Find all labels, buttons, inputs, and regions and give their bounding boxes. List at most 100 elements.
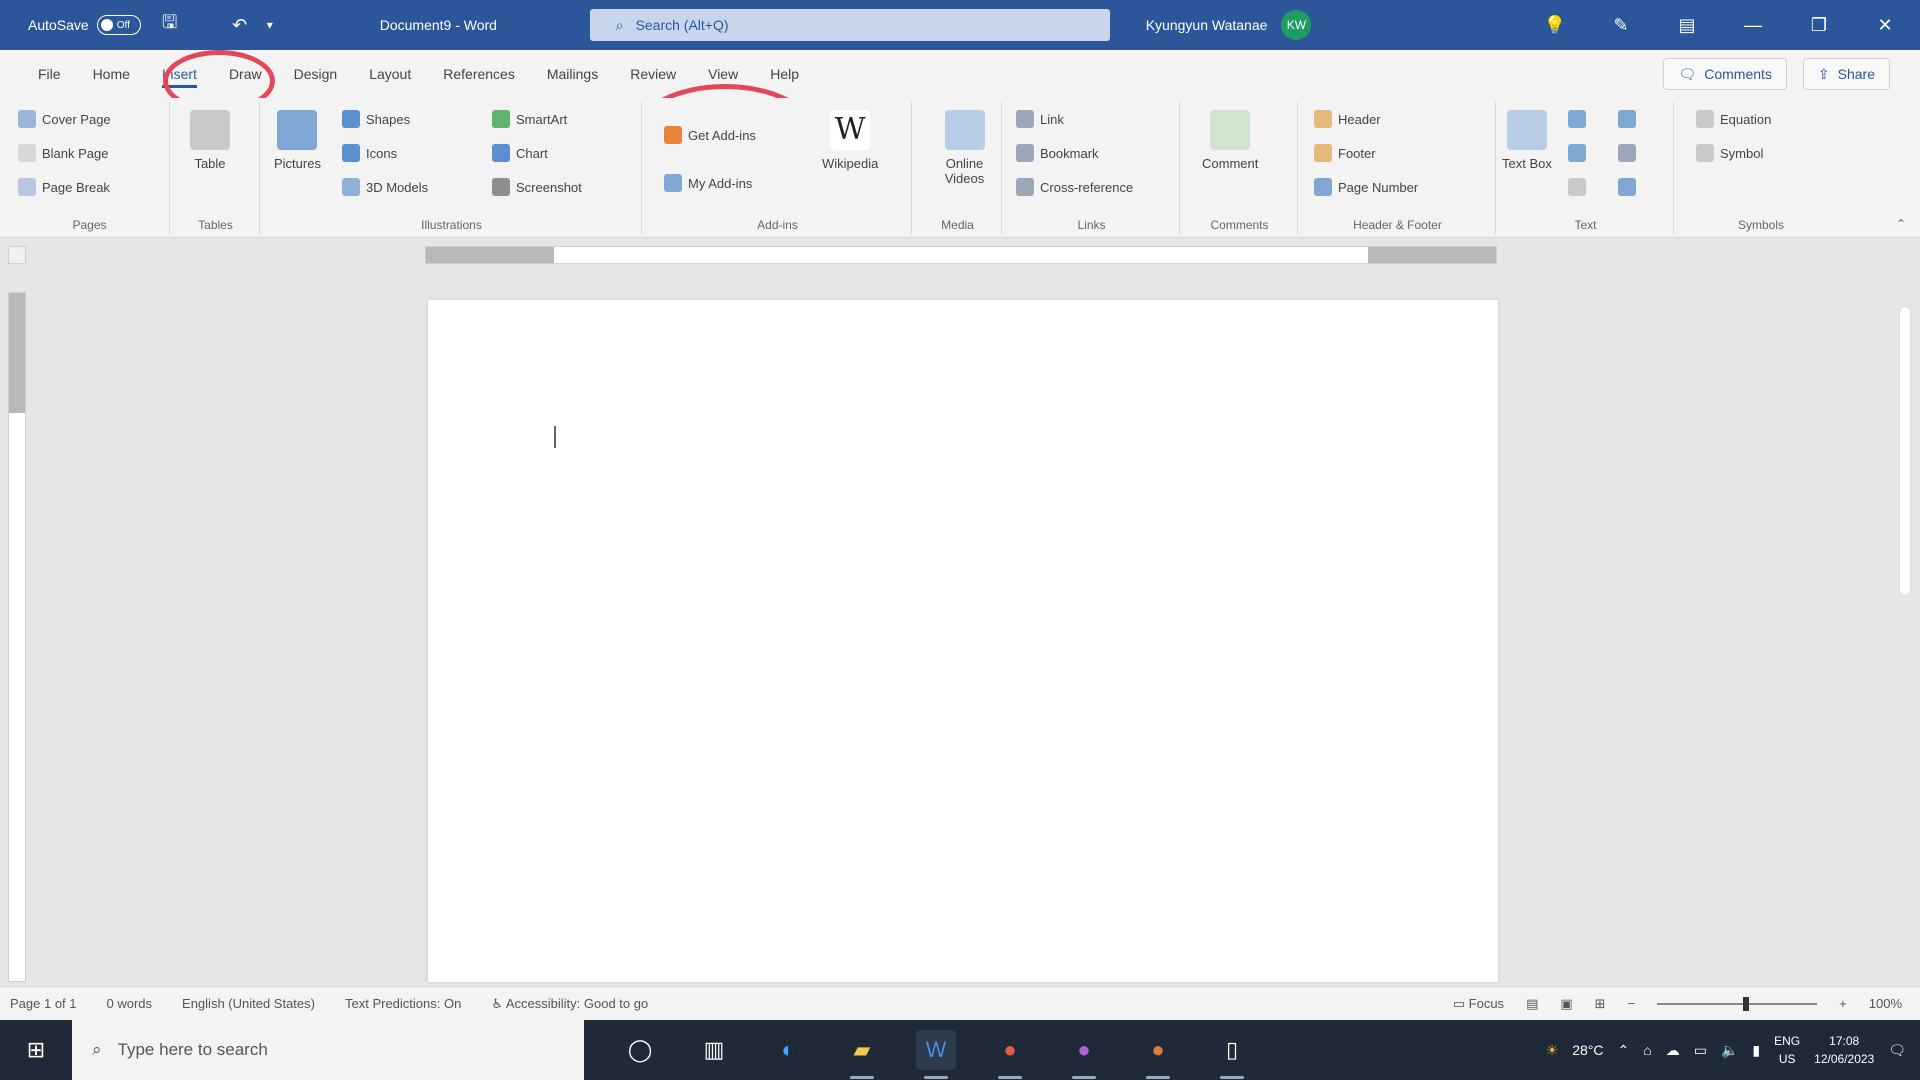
wordart-icon[interactable] <box>1568 144 1586 162</box>
notification-icon[interactable]: 🗨 <box>1888 1042 1906 1059</box>
tab-design[interactable]: Design <box>278 58 354 90</box>
symbol-button[interactable]: Symbol <box>1696 144 1763 162</box>
get-addins-button[interactable]: Get Add-ins <box>664 126 756 144</box>
tray-chevron-icon[interactable]: ⌃ <box>1618 1042 1630 1059</box>
print-layout-icon[interactable]: ▣ <box>1560 996 1572 1012</box>
close-icon[interactable]: ✕ <box>1870 10 1900 40</box>
tab-file[interactable]: File <box>22 58 77 90</box>
page-break-button[interactable]: Page Break <box>18 178 110 196</box>
cover-page-button[interactable]: Cover Page <box>18 110 111 128</box>
customize-qat-icon[interactable]: ▾ <box>255 10 285 40</box>
my-addins-button[interactable]: My Add-ins <box>664 174 752 192</box>
autosave[interactable]: AutoSave Off <box>28 15 141 35</box>
word-app-icon[interactable]: W <box>916 1030 956 1079</box>
word-count[interactable]: 0 words <box>107 996 173 1011</box>
cross-reference-button[interactable]: Cross-reference <box>1016 178 1133 196</box>
focus-button[interactable]: ▭ Focus <box>1453 996 1504 1012</box>
footer-button[interactable]: Footer <box>1314 144 1376 162</box>
signature-line-icon[interactable] <box>1618 110 1636 128</box>
undo-icon[interactable]: ↶ <box>225 10 255 40</box>
language-indicator[interactable]: ENG US <box>1774 1032 1800 1068</box>
share-button[interactable]: ⇪ Share <box>1802 58 1890 90</box>
screenshot-button[interactable]: Screenshot <box>492 178 582 196</box>
quick-parts-icon[interactable] <box>1568 110 1586 128</box>
user-name[interactable]: Kyungyun Watanae <box>1146 17 1268 33</box>
date-time-icon[interactable] <box>1618 144 1636 162</box>
tab-insert[interactable]: Insert <box>146 58 213 90</box>
zoom-out-icon[interactable]: − <box>1628 996 1636 1011</box>
weather-temp[interactable]: 28°C <box>1572 1042 1603 1058</box>
comments-button[interactable]: 🗨 Comments <box>1663 58 1787 90</box>
weather-icon[interactable]: ☀ <box>1546 1042 1559 1059</box>
clock[interactable]: 17:08 12/06/2023 <box>1814 1032 1874 1068</box>
tab-home[interactable]: Home <box>77 58 146 90</box>
cortana-icon[interactable]: ◯ <box>620 1030 660 1070</box>
shapes-button[interactable]: Shapes <box>342 110 410 128</box>
network-icon[interactable]: ⌂ <box>1643 1042 1651 1058</box>
page-count[interactable]: Page 1 of 1 <box>10 996 97 1011</box>
header-button[interactable]: Header <box>1314 110 1381 128</box>
tab-view[interactable]: View <box>692 58 754 90</box>
display-icon[interactable]: ▭ <box>1694 1042 1707 1059</box>
zoom-in-icon[interactable]: + <box>1839 996 1847 1011</box>
tab-references[interactable]: References <box>427 58 531 90</box>
zoom-slider-knob[interactable] <box>1743 996 1750 1011</box>
chrome-icon[interactable]: ● <box>990 1030 1030 1079</box>
chrome-profile-icon[interactable]: ● <box>1064 1030 1104 1079</box>
chart-button[interactable]: Chart <box>492 144 548 162</box>
text-predictions-status[interactable]: Text Predictions: On <box>345 996 481 1011</box>
object-icon[interactable] <box>1618 178 1636 196</box>
wikipedia-button[interactable]: W Wikipedia <box>822 110 878 171</box>
windows-start-icon[interactable]: ⊞ <box>0 1020 72 1080</box>
taskbar-search-input[interactable]: ⌕ Type here to search <box>72 1020 584 1080</box>
autosave-toggle[interactable]: Off <box>96 15 141 35</box>
notepad-icon[interactable]: ▯ <box>1212 1030 1252 1079</box>
tab-mailings[interactable]: Mailings <box>531 58 614 90</box>
accessibility-status[interactable]: ♿ Accessibility: Good to go <box>491 996 668 1012</box>
bookmark-button[interactable]: Bookmark <box>1016 144 1099 162</box>
search-input[interactable]: ⌕ Search (Alt+Q) <box>589 9 1110 41</box>
vertical-scrollbar[interactable] <box>1897 276 1913 986</box>
drop-cap-icon[interactable] <box>1568 178 1586 196</box>
task-view-icon[interactable]: ▥ <box>694 1030 734 1070</box>
language-status[interactable]: English (United States) <box>182 996 335 1011</box>
ribbon-display-icon[interactable]: ▤ <box>1672 10 1702 40</box>
table-button[interactable]: Table <box>190 110 230 171</box>
tab-review[interactable]: Review <box>614 58 692 90</box>
tab-selector[interactable] <box>8 246 26 264</box>
icons-button[interactable]: Icons <box>342 144 397 162</box>
3d-models-button[interactable]: 3D Models <box>342 178 428 196</box>
tab-help[interactable]: Help <box>754 58 815 90</box>
text-box-button[interactable]: Text Box <box>1502 110 1552 171</box>
tab-draw[interactable]: Draw <box>213 58 278 90</box>
horizontal-ruler[interactable] <box>425 246 1497 264</box>
pen-icon[interactable]: ✎ <box>1606 10 1636 40</box>
restore-icon[interactable]: ❐ <box>1804 10 1834 40</box>
link-button[interactable]: Link <box>1016 110 1064 128</box>
vertical-ruler[interactable] <box>8 292 26 982</box>
zoom-slider[interactable] <box>1657 996 1818 1011</box>
read-mode-icon[interactable]: ▤ <box>1526 996 1538 1012</box>
battery-icon[interactable]: ▮ <box>1752 1042 1760 1059</box>
equation-button[interactable]: Equation <box>1696 110 1771 128</box>
document-page[interactable] <box>428 300 1498 982</box>
onedrive-icon[interactable]: ☁ <box>1666 1042 1680 1059</box>
lightbulb-icon[interactable]: 💡 <box>1540 10 1570 40</box>
page-number-button[interactable]: Page Number <box>1314 178 1418 196</box>
edge-icon[interactable]: ◐ <box>768 1030 808 1070</box>
web-layout-icon[interactable]: ⊞ <box>1595 996 1606 1012</box>
collapse-ribbon-icon[interactable]: ⌃ <box>1896 217 1906 231</box>
chrome-alt-icon[interactable]: ● <box>1138 1030 1178 1079</box>
tab-layout[interactable]: Layout <box>353 58 427 90</box>
smartart-button[interactable]: SmartArt <box>492 110 567 128</box>
file-explorer-icon[interactable]: ▰ <box>842 1030 882 1079</box>
pictures-button[interactable]: Pictures <box>274 110 321 171</box>
scrollbar-thumb[interactable] <box>1899 306 1911 596</box>
save-icon[interactable]: 🖫 <box>155 10 185 40</box>
volume-icon[interactable]: 🔈 <box>1721 1042 1738 1059</box>
avatar[interactable]: KW <box>1281 10 1312 40</box>
online-videos-button[interactable]: Online Videos <box>928 110 1001 186</box>
zoom-level[interactable]: 100% <box>1869 996 1902 1011</box>
minimize-icon[interactable]: — <box>1738 10 1768 40</box>
blank-page-button[interactable]: Blank Page <box>18 144 109 162</box>
